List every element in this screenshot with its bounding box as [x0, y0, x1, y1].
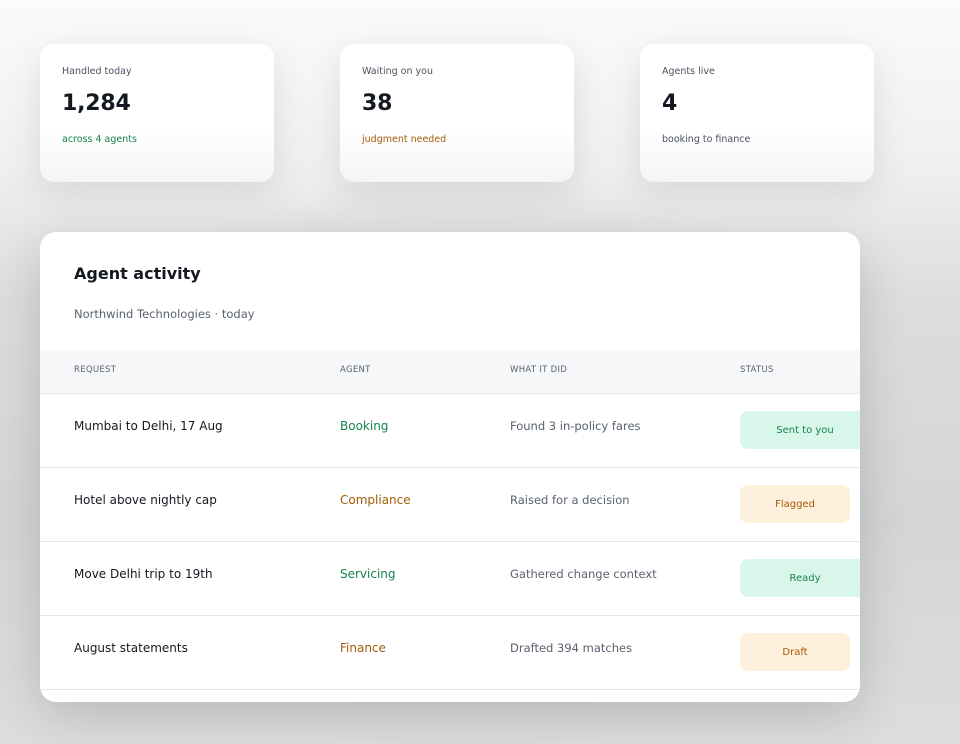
- stat-label: Waiting on you: [362, 66, 433, 77]
- stat-card-agents-live: Agents live 4 booking to finance: [640, 44, 874, 182]
- request-cell: August statements: [74, 641, 188, 655]
- request-cell: Move Delhi trip to 19th: [74, 567, 213, 581]
- stat-value: 4: [662, 91, 678, 116]
- request-cell: Hotel above nightly cap: [74, 493, 217, 507]
- stat-subtext: across 4 agents: [62, 134, 137, 145]
- agent-cell: Compliance: [340, 493, 411, 507]
- stat-card-handled-today: Handled today 1,284 across 4 agents: [40, 44, 274, 182]
- what-it-did-cell: Raised for a decision: [510, 493, 630, 507]
- table-header: REQUEST AGENT WHAT IT DID STATUS: [40, 350, 860, 394]
- stat-label: Agents live: [662, 66, 715, 77]
- status-badge[interactable]: Sent to you: [740, 411, 860, 449]
- status-badge[interactable]: Draft: [740, 633, 850, 671]
- table-row[interactable]: Move Delhi trip to 19th Servicing Gather…: [40, 542, 860, 616]
- stat-subtext: booking to finance: [662, 134, 751, 145]
- column-header-request: REQUEST: [74, 365, 117, 375]
- agent-cell: Servicing: [340, 567, 396, 581]
- panel-title: Agent activity: [74, 264, 201, 283]
- status-badge[interactable]: Flagged: [740, 485, 850, 523]
- what-it-did-cell: Found 3 in-policy fares: [510, 419, 641, 433]
- stat-card-waiting-on-you: Waiting on you 38 judgment needed: [340, 44, 574, 182]
- agent-cell: Booking: [340, 419, 389, 433]
- stat-value: 1,284: [62, 91, 131, 116]
- table-row[interactable]: Hotel above nightly cap Compliance Raise…: [40, 468, 860, 542]
- status-badge[interactable]: Ready: [740, 559, 860, 597]
- panel-subtitle: Northwind Technologies · today: [74, 307, 255, 321]
- request-cell: Mumbai to Delhi, 17 Aug: [74, 419, 223, 433]
- what-it-did-cell: Gathered change context: [510, 567, 657, 581]
- table-row[interactable]: August statements Finance Drafted 394 ma…: [40, 616, 860, 690]
- agent-activity-panel: Agent activity Northwind Technologies · …: [40, 232, 860, 702]
- stat-label: Handled today: [62, 66, 132, 77]
- agent-cell: Finance: [340, 641, 386, 655]
- table-row[interactable]: Mumbai to Delhi, 17 Aug Booking Found 3 …: [40, 394, 860, 468]
- column-header-status: STATUS: [740, 365, 774, 375]
- what-it-did-cell: Drafted 394 matches: [510, 641, 633, 655]
- column-header-agent: AGENT: [340, 365, 371, 375]
- column-header-what-it-did: WHAT IT DID: [510, 365, 568, 375]
- stat-subtext: judgment needed: [362, 134, 447, 145]
- stat-value: 38: [362, 91, 393, 116]
